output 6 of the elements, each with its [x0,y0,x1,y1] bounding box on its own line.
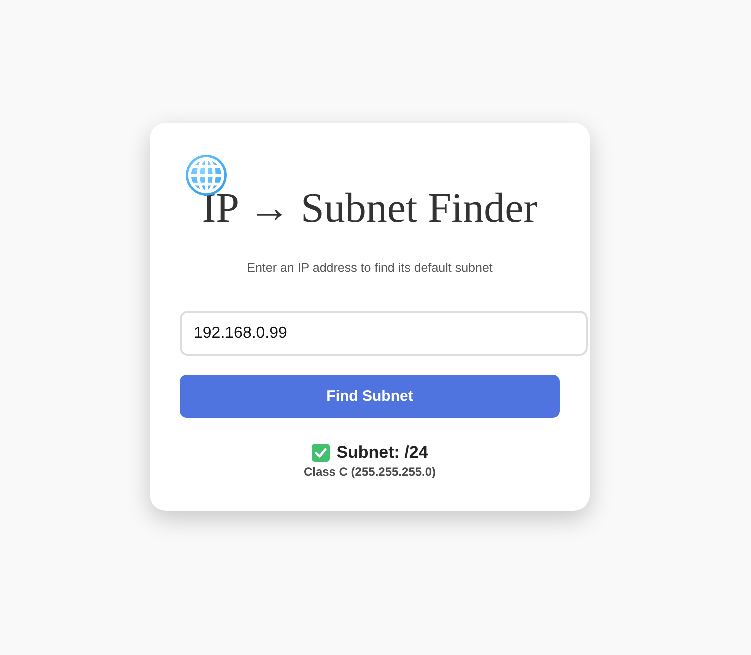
page-title: IP → Subnet Finder [202,185,538,234]
subtitle-text: Enter an IP address to find its default subnet [247,260,493,276]
subnet-result-text: Subnet: /24 [336,442,428,463]
ip-input-field[interactable]: 192.168.0.99 [180,311,588,356]
class-info-text: Class C (255.255.255.0) [304,465,436,480]
find-subnet-button[interactable]: Find Subnet [180,375,560,418]
